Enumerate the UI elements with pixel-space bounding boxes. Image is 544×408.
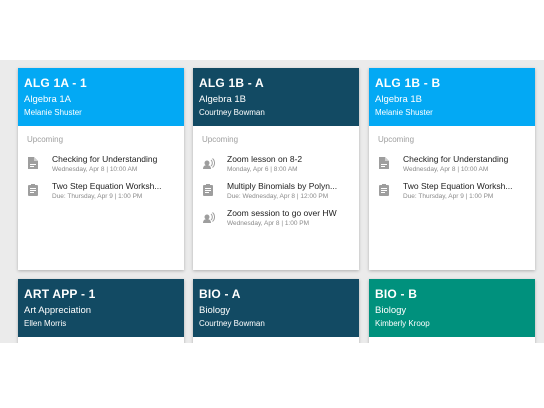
speaker-icon <box>203 212 215 223</box>
course-card-alg-1b-b[interactable]: ALG 1B - B Algebra 1B Melanie Shuster Up… <box>369 68 535 270</box>
card-teacher: Courtney Bowman <box>199 108 265 117</box>
card-header[interactable]: BIO - B Biology Kimberly Kroop <box>369 279 535 337</box>
card-title[interactable]: BIO - A <box>199 287 353 301</box>
course-card-art-app-1[interactable]: ART APP - 1 Art Appreciation Ellen Morri… <box>18 279 184 343</box>
card-body: Upcoming Zoom lesson on 8-2 Monday, Apr … <box>193 126 359 270</box>
document-icon <box>28 157 38 169</box>
card-subtitle: Biology <box>199 305 231 316</box>
card-subtitle: Algebra 1B <box>375 94 423 105</box>
upcoming-item[interactable]: Checking for Understanding Wednesday, Ap… <box>377 154 529 178</box>
course-card-bio-a[interactable]: BIO - A Biology Courtney Bowman <box>193 279 359 343</box>
upcoming-item[interactable]: Zoom lesson on 8-2 Monday, Apr 6 | 8:00 … <box>201 154 353 178</box>
item-title[interactable]: Checking for Understanding <box>52 154 178 165</box>
assignment-icon <box>203 184 213 196</box>
card-subtitle: Art Appreciation <box>24 305 92 316</box>
course-card-bio-b[interactable]: BIO - B Biology Kimberly Kroop <box>369 279 535 343</box>
item-meta: Due: Thursday, Apr 9 | 1:00 PM <box>52 193 143 200</box>
card-teacher: Kimberly Kroop <box>375 319 430 328</box>
upcoming-label: Upcoming <box>202 135 239 144</box>
item-title[interactable]: Zoom session to go over HW <box>227 208 353 219</box>
card-header[interactable]: ART APP - 1 Art Appreciation Ellen Morri… <box>18 279 184 337</box>
card-subtitle: Algebra 1B <box>199 94 247 105</box>
card-title[interactable]: BIO - B <box>375 287 529 301</box>
card-title[interactable]: ALG 1B - A <box>199 76 353 90</box>
card-header[interactable]: BIO - A Biology Courtney Bowman <box>193 279 359 337</box>
assignment-icon <box>379 184 389 196</box>
item-title[interactable]: Zoom lesson on 8-2 <box>227 154 353 165</box>
card-teacher: Courtney Bowman <box>199 319 265 328</box>
item-title[interactable]: Two Step Equation Worksh... <box>52 181 178 192</box>
upcoming-item[interactable]: Multiply Binomials by Polyn... Due: Wedn… <box>201 181 353 205</box>
card-subtitle: Algebra 1A <box>24 94 72 105</box>
card-subtitle: Biology <box>375 305 407 316</box>
upcoming-label: Upcoming <box>378 135 415 144</box>
card-teacher: Ellen Morris <box>24 319 67 328</box>
card-body: Upcoming Checking for Understanding Wedn… <box>369 126 535 270</box>
upcoming-item[interactable]: Checking for Understanding Wednesday, Ap… <box>26 154 178 178</box>
document-icon <box>379 157 389 169</box>
page: ALG 1A - 1 Algebra 1A Melanie Shuster Up… <box>0 0 544 408</box>
assignment-icon <box>28 184 38 196</box>
card-title[interactable]: ALG 1B - B <box>375 76 529 90</box>
item-meta: Due: Thursday, Apr 9 | 1:00 PM <box>403 193 494 200</box>
course-card-alg-1b-a[interactable]: ALG 1B - A Algebra 1B Courtney Bowman Up… <box>193 68 359 270</box>
item-meta: Wednesday, Apr 8 | 10:00 AM <box>403 166 489 173</box>
item-meta: Monday, Apr 6 | 8:00 AM <box>227 166 298 173</box>
card-title[interactable]: ALG 1A - 1 <box>24 76 178 90</box>
course-card-grid: ALG 1A - 1 Algebra 1A Melanie Shuster Up… <box>0 60 544 343</box>
card-header[interactable]: ALG 1B - A Algebra 1B Courtney Bowman <box>193 68 359 126</box>
card-teacher: Melanie Shuster <box>24 108 82 117</box>
card-title[interactable]: ART APP - 1 <box>24 287 178 301</box>
upcoming-item[interactable]: Zoom session to go over HW Wednesday, Ap… <box>201 208 353 232</box>
speaker-icon <box>203 158 215 169</box>
item-meta: Wednesday, Apr 8 | 10:00 AM <box>52 166 138 173</box>
card-header[interactable]: ALG 1B - B Algebra 1B Melanie Shuster <box>369 68 535 126</box>
item-meta: Due: Wednesday, Apr 8 | 12:00 PM <box>227 193 329 200</box>
item-meta: Wednesday, Apr 8 | 1:00 PM <box>227 220 310 227</box>
item-title[interactable]: Checking for Understanding <box>403 154 529 165</box>
upcoming-item[interactable]: Two Step Equation Worksh... Due: Thursda… <box>377 181 529 205</box>
card-header[interactable]: ALG 1A - 1 Algebra 1A Melanie Shuster <box>18 68 184 126</box>
course-card-alg-1a-1[interactable]: ALG 1A - 1 Algebra 1A Melanie Shuster Up… <box>18 68 184 270</box>
upcoming-item[interactable]: Two Step Equation Worksh... Due: Thursda… <box>26 181 178 205</box>
card-body: Upcoming Checking for Understanding Wedn… <box>18 126 184 270</box>
item-title[interactable]: Two Step Equation Worksh... <box>403 181 529 192</box>
item-title[interactable]: Multiply Binomials by Polyn... <box>227 181 353 192</box>
card-teacher: Melanie Shuster <box>375 108 433 117</box>
upcoming-label: Upcoming <box>27 135 64 144</box>
